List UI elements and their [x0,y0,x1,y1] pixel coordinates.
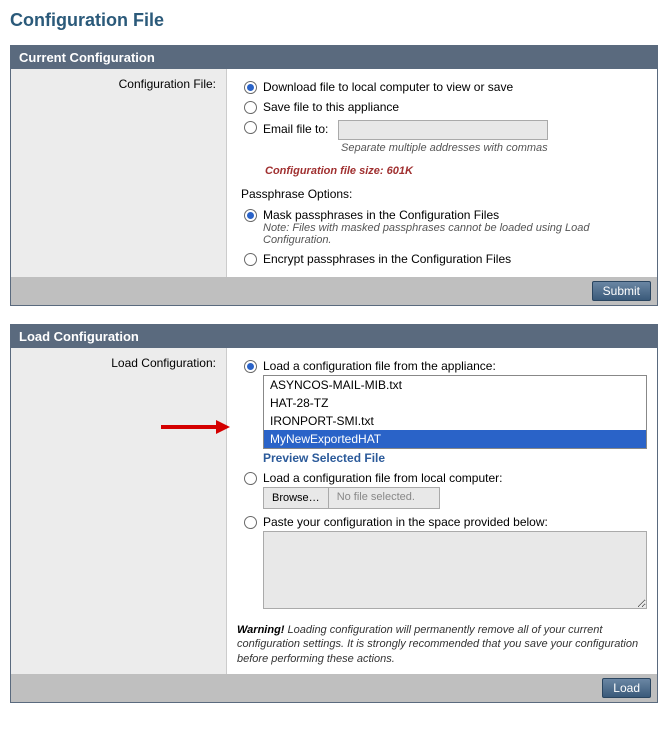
opt-mask-note: Note: Files with masked passphrases cann… [263,222,647,246]
radio-mask[interactable] [244,209,257,222]
opt-save-label: Save file to this appliance [263,100,647,114]
warning-body: Loading configuration will permanently r… [237,624,638,665]
preview-selected-link[interactable]: Preview Selected File [263,451,385,465]
submit-button[interactable]: Submit [592,281,651,301]
arrow-icon [161,420,230,434]
opt-mask-label: Mask passphrases in the Configuration Fi… [263,208,647,222]
browse-filename: No file selected. [329,488,439,508]
list-item[interactable]: HAT-28-TZ [264,394,646,412]
file-chooser[interactable]: Browse… No file selected. [263,487,440,509]
radio-load-local[interactable] [244,472,257,485]
page-title: Configuration File [10,10,658,31]
appliance-file-list[interactable]: ASYNCOS-MAIL-MIB.txt HAT-28-TZ IRONPORT-… [263,375,647,449]
email-note: Separate multiple addresses with commas [341,142,647,154]
warning-text: Warning! Loading configuration will perm… [237,623,647,666]
list-item[interactable]: IRONPORT-SMI.txt [264,412,646,430]
opt-load-paste-label: Paste your configuration in the space pr… [263,515,647,529]
load-config-panel: Load Configuration Load Configuration: L… [10,324,658,703]
opt-email-label: Email file to: [263,122,328,136]
radio-email[interactable] [244,121,257,134]
browse-button[interactable]: Browse… [264,488,329,508]
paste-textarea[interactable] [263,531,647,609]
opt-download-label: Download file to local computer to view … [263,80,647,94]
load-config-header: Load Configuration [11,325,657,348]
radio-encrypt[interactable] [244,253,257,266]
radio-download[interactable] [244,81,257,94]
radio-save[interactable] [244,101,257,114]
passphrase-section-title: Passphrase Options: [241,187,647,201]
current-config-header: Current Configuration [11,46,657,69]
load-button[interactable]: Load [602,678,651,698]
opt-encrypt-label: Encrypt passphrases in the Configuration… [263,252,647,266]
list-item[interactable]: ASYNCOS-MAIL-MIB.txt [264,376,646,394]
current-config-label: Configuration File: [11,69,226,277]
load-config-label: Load Configuration: [11,348,226,674]
list-item-selected[interactable]: MyNewExportedHAT [264,430,646,448]
radio-load-appliance[interactable] [244,360,257,373]
email-input[interactable] [338,120,548,140]
warning-label: Warning! [237,624,284,636]
radio-load-paste[interactable] [244,516,257,529]
opt-load-appliance-label: Load a configuration file from the appli… [263,359,647,373]
opt-load-local-label: Load a configuration file from local com… [263,471,647,485]
current-config-panel: Current Configuration Configuration File… [10,45,658,306]
config-size-note: Configuration file size: 601K [265,165,647,177]
